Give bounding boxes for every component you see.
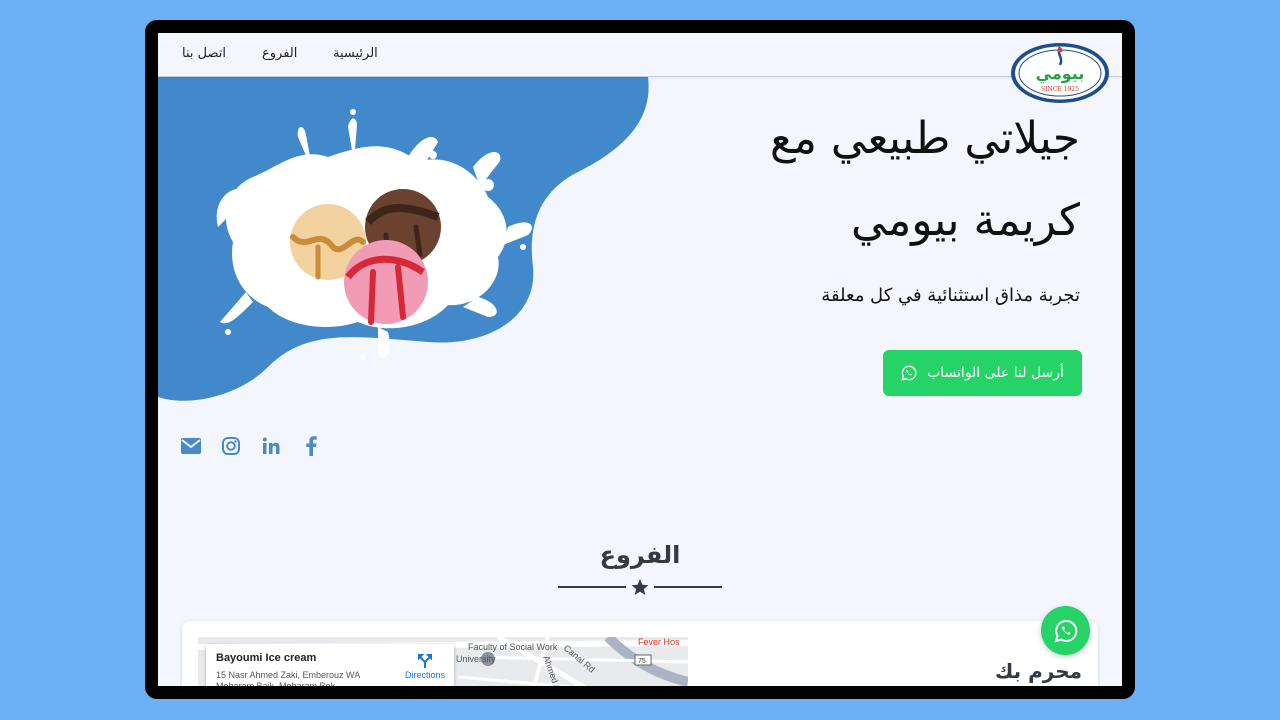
hero-title-line2: كريمة بيومي (851, 195, 1080, 246)
branch-name: محرم بك (995, 659, 1082, 683)
logo-since-text: SINCE 1925 (1041, 86, 1079, 93)
whatsapp-icon (901, 365, 917, 381)
map-directions-label: Directions (404, 670, 445, 680)
map-label-university: University (456, 654, 496, 664)
whatsapp-button-label: أرسل لنا على الواتساب (927, 365, 1064, 381)
envelope-icon[interactable] (180, 435, 202, 457)
hero-title-line1: جيلاتي طبيعي مع (769, 113, 1080, 164)
map-directions-button[interactable]: Directions (401, 654, 449, 680)
directions-icon (418, 654, 432, 668)
whatsapp-button[interactable]: أرسل لنا على الواتساب (883, 350, 1082, 396)
nav-contact-link[interactable]: اتصل بنا (182, 46, 226, 61)
navbar: الرئيسية الفروع اتصل بنا (158, 33, 1122, 77)
nav-home-link[interactable]: الرئيسية (333, 46, 378, 61)
website-screen: الرئيسية الفروع اتصل بنا بيومي SINCE 192… (158, 33, 1122, 686)
whatsapp-float-icon (1054, 619, 1077, 642)
branches-section-title: الفروع (599, 541, 681, 569)
map-label-faculty: Faculty of Social Work (468, 642, 558, 652)
map-label-hospital: Fever Hos (638, 637, 680, 647)
bayoumi-logo[interactable]: بيومي SINCE 1925 (1010, 41, 1114, 105)
hero-splash-image (158, 77, 649, 401)
section-divider (558, 579, 722, 595)
nav-branches-link[interactable]: الفروع (262, 46, 297, 61)
branch-card: Faculty of Social Work University Canal … (182, 621, 1098, 686)
instagram-icon[interactable] (220, 435, 242, 457)
star-icon (631, 579, 649, 595)
linkedin-icon[interactable] (260, 435, 282, 457)
branch-map[interactable]: Faculty of Social Work University Canal … (198, 637, 688, 686)
floating-whatsapp-button[interactable] (1041, 606, 1090, 655)
map-label-route: 75 (638, 658, 646, 665)
facebook-icon[interactable] (300, 435, 322, 457)
device-frame: الرئيسية الفروع اتصل بنا بيومي SINCE 192… (145, 20, 1135, 699)
map-place-address: 15 Nasr Ahmed Zaki, Emberouz WA Moharam … (216, 670, 360, 686)
logo-brand-text: بيومي (1036, 64, 1085, 84)
hero-subtitle: تجربة مذاق استثنائية في كل معلقة (821, 285, 1080, 306)
map-info-card: Bayoumi Ice cream 15 Nasr Ahmed Zaki, Em… (206, 644, 454, 686)
